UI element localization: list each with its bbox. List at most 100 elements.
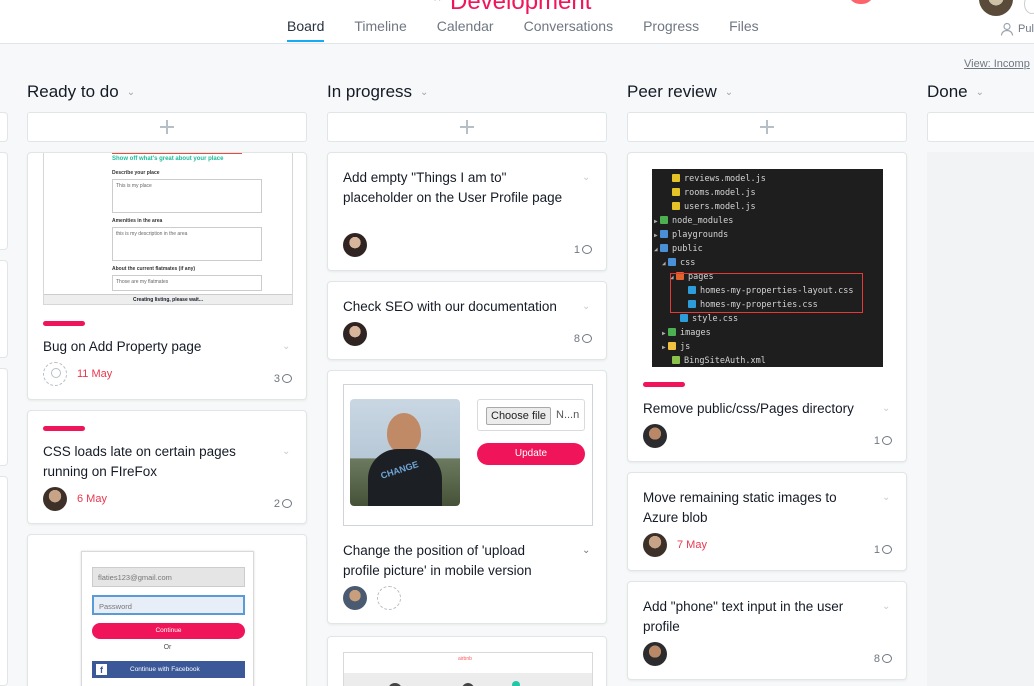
task-card-css-late[interactable]: CSS loads late on certain pages running …	[27, 410, 307, 524]
assignee-avatar[interactable]	[343, 322, 367, 346]
task-card-upload-position[interactable]: CHANGE Choose file N...n Update Change t…	[327, 370, 607, 624]
add-task-button[interactable]	[27, 112, 307, 142]
plus-icon	[760, 120, 774, 134]
assignee-avatar[interactable]	[643, 424, 667, 448]
facebook-icon: f	[96, 664, 107, 675]
due-date[interactable]: 11 May	[77, 368, 112, 380]
person-icon	[1000, 22, 1014, 36]
project-title: ☆Development	[432, 0, 591, 16]
column-header-done[interactable]: Done ⌄	[927, 82, 984, 102]
chevron-down-icon[interactable]: ⌄	[882, 601, 892, 612]
chevron-down-icon[interactable]: ⌄	[127, 87, 135, 98]
assignee-avatar[interactable]	[643, 642, 667, 666]
star-icon[interactable]: ☆	[432, 0, 443, 4]
attachment-thumbnail[interactable]: reviews.model.js rooms.model.js users.mo…	[652, 169, 883, 367]
assignee-placeholder-icon[interactable]	[43, 362, 67, 386]
task-card-things-placeholder[interactable]: Add empty "Things I am to" placeholder o…	[327, 152, 607, 271]
comment-count[interactable]: 3	[274, 373, 292, 385]
comment-icon	[882, 654, 892, 663]
prev-column-card-edge[interactable]	[0, 152, 8, 250]
add-task-button[interactable]	[927, 112, 1034, 142]
task-card-remove-css-dir[interactable]: reviews.model.js rooms.model.js users.mo…	[627, 152, 907, 462]
comment-icon	[282, 374, 292, 383]
privacy-label[interactable]: Pul	[1018, 23, 1034, 35]
prev-column-card-edge[interactable]	[0, 476, 8, 686]
member-avatar[interactable]	[979, 0, 1013, 16]
project-header: ☆Development Board Timeline Calendar Con…	[0, 0, 1034, 44]
assignee-avatar[interactable]	[343, 586, 367, 610]
tab-timeline[interactable]: Timeline	[354, 18, 406, 42]
tag-bar	[43, 426, 85, 431]
assignee-avatar[interactable]	[43, 487, 67, 511]
folder-icon	[660, 216, 668, 224]
column-header-ready-to-do[interactable]: Ready to do ⌄	[27, 82, 135, 102]
chevron-down-icon[interactable]: ⌄	[725, 87, 733, 98]
comment-count[interactable]: 2	[274, 498, 292, 510]
column-header-in-progress[interactable]: In progress ⌄	[327, 82, 428, 102]
due-date[interactable]: 7 May	[677, 539, 707, 551]
prev-column-card-edge[interactable]	[0, 368, 8, 466]
profile-photo: CHANGE	[350, 399, 460, 506]
chevron-down-icon[interactable]: ⌄	[420, 87, 428, 98]
done-column-empty-area	[927, 152, 1034, 686]
folder-icon	[660, 244, 668, 252]
column-header-peer-review[interactable]: Peer review ⌄	[627, 82, 733, 102]
comment-count[interactable]: 1	[574, 244, 592, 256]
view-filter-link[interactable]: View: Incomp	[964, 58, 1030, 70]
project-status-icon[interactable]	[848, 0, 874, 4]
plus-icon	[460, 120, 474, 134]
chevron-down-icon[interactable]: ⌄	[582, 301, 592, 312]
card-title: Add "phone" text input in the user profi…	[643, 599, 844, 634]
comment-icon	[282, 499, 292, 508]
chevron-down-icon[interactable]: ⌄	[976, 87, 984, 98]
task-card-static-images[interactable]: Move remaining static images to Azure bl…	[627, 472, 907, 571]
task-card-bug-add-property[interactable]: Show off what's great about your place D…	[27, 152, 307, 400]
css-icon	[680, 314, 688, 322]
tab-progress[interactable]: Progress	[643, 18, 699, 42]
chevron-down-icon[interactable]: ⌄	[582, 545, 592, 556]
chevron-down-icon[interactable]: ⌄	[882, 492, 892, 503]
attachment-thumbnail[interactable]: Show off what's great about your place D…	[43, 153, 293, 305]
highlight-box	[670, 273, 863, 313]
attachment-thumbnail[interactable]: airbnb	[343, 652, 593, 686]
calendar-icon[interactable]	[377, 586, 401, 610]
js-icon	[672, 188, 680, 196]
chevron-down-icon[interactable]: ⌄	[882, 403, 892, 414]
comment-icon	[882, 545, 892, 554]
tab-conversations[interactable]: Conversations	[524, 18, 614, 42]
add-task-button[interactable]	[627, 112, 907, 142]
js-icon	[672, 174, 680, 182]
comment-icon	[582, 245, 592, 254]
due-date[interactable]: 6 May	[77, 493, 107, 505]
comment-icon	[582, 334, 592, 343]
js-icon	[672, 202, 680, 210]
prev-column-card-edge[interactable]	[0, 260, 8, 358]
add-member-icon[interactable]	[1024, 0, 1034, 14]
tab-calendar[interactable]: Calendar	[437, 18, 494, 42]
comment-count[interactable]: 1	[874, 544, 892, 556]
prev-column-add-edge[interactable]	[0, 112, 8, 142]
comment-count[interactable]: 1	[874, 435, 892, 447]
comment-count[interactable]: 8	[574, 333, 592, 345]
add-task-button[interactable]	[327, 112, 607, 142]
task-card-phone-input[interactable]: Add "phone" text input in the user profi…	[627, 581, 907, 680]
attachment-thumbnail[interactable]: flaties123@gmail.com Password Continue O…	[81, 551, 254, 686]
folder-icon	[660, 230, 668, 238]
tab-files[interactable]: Files	[729, 18, 759, 42]
task-card-airbnb[interactable]: airbnb	[327, 636, 607, 686]
folder-icon	[668, 328, 676, 336]
assignee-avatar[interactable]	[343, 233, 367, 257]
chevron-down-icon[interactable]: ⌄	[282, 446, 292, 457]
assignee-avatar[interactable]	[643, 533, 667, 557]
comment-count[interactable]: 8	[874, 653, 892, 665]
task-card-check-seo[interactable]: Check SEO with our documentation ⌄ 8	[327, 281, 607, 360]
task-card-login-screenshot[interactable]: flaties123@gmail.com Password Continue O…	[27, 534, 307, 686]
tag-bar	[43, 321, 85, 326]
card-title: Move remaining static images to Azure bl…	[643, 490, 837, 525]
chevron-down-icon[interactable]: ⌄	[282, 341, 292, 352]
tab-board[interactable]: Board	[287, 18, 325, 42]
attachment-thumbnail[interactable]: CHANGE Choose file N...n Update	[343, 384, 593, 526]
card-title: Bug on Add Property page	[43, 339, 202, 354]
chevron-down-icon[interactable]: ⌄	[582, 172, 592, 183]
plus-icon	[160, 120, 174, 134]
